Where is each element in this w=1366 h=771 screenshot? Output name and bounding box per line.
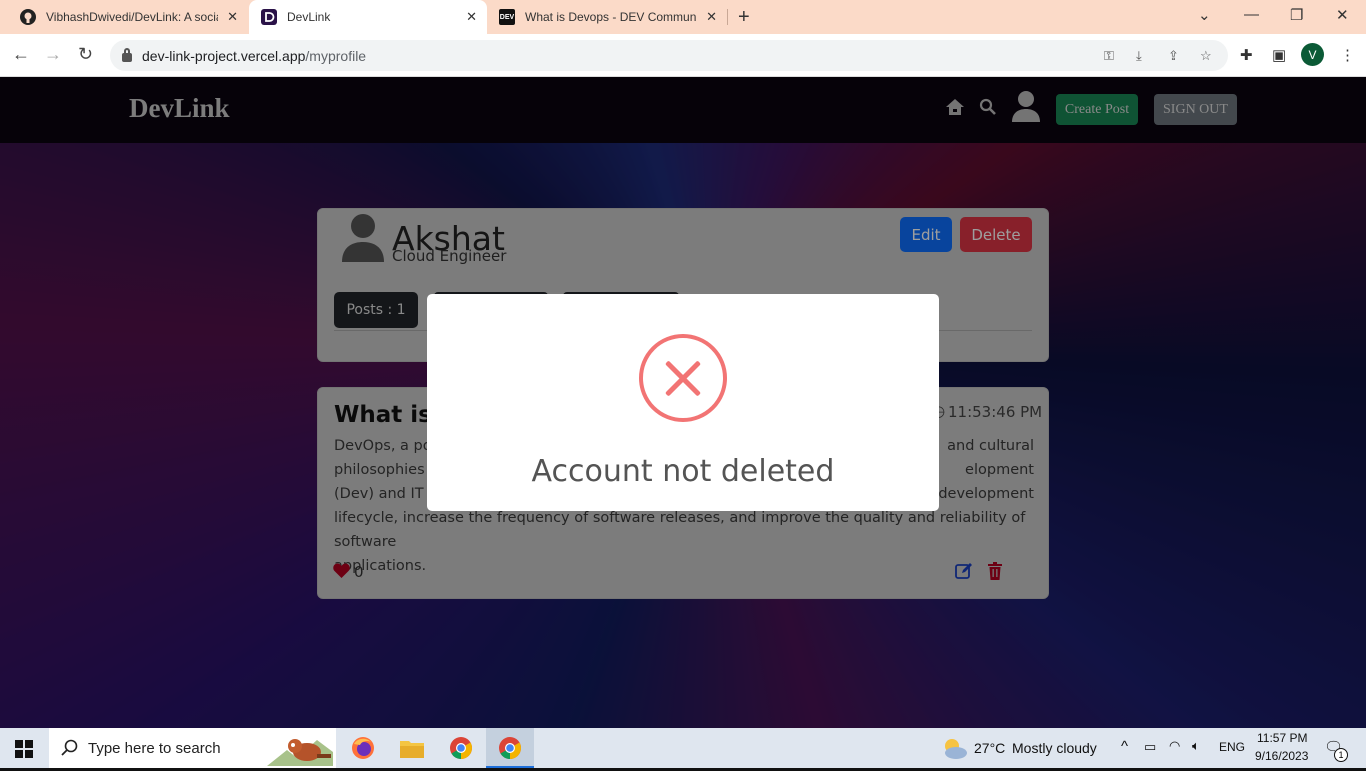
alert-modal: Account not deleted — [427, 294, 939, 511]
file-explorer-icon[interactable] — [398, 734, 426, 762]
forward-icon[interactable]: → — [44, 44, 62, 65]
modal-title: Account not deleted — [531, 454, 835, 489]
taskbar-search-box[interactable]: Type here to search — [49, 728, 336, 768]
wifi-icon[interactable]: ◠ — [1169, 738, 1180, 754]
close-window-icon[interactable]: ✕ — [1336, 6, 1349, 24]
new-tab-icon[interactable]: + — [738, 6, 750, 29]
tab-title: DevLink — [287, 10, 331, 24]
chrome-active-taskbar-item[interactable] — [486, 728, 534, 768]
page-viewport: DevLink Create Post SIGN OUT Akshat Clou… — [0, 77, 1366, 728]
tab-search-chevron-icon[interactable]: ⌄ — [1198, 6, 1211, 24]
tab-github[interactable]: VibhashDwivedi/DevLink: A socia ✕ — [8, 0, 248, 34]
share-icon[interactable]: ⇪ — [1168, 48, 1179, 64]
chrome-icon[interactable] — [447, 734, 475, 762]
profile-avatar[interactable]: V — [1301, 43, 1324, 66]
firefox-icon[interactable] — [349, 734, 377, 762]
search-placeholder: Type here to search — [88, 739, 221, 757]
restore-icon[interactable]: ❐ — [1290, 6, 1303, 24]
tray-chevron-up-icon[interactable]: ^ — [1121, 738, 1128, 755]
key-icon[interactable]: ⚿ — [1104, 48, 1114, 64]
dev-icon: DEV — [499, 9, 515, 25]
search-icon — [61, 739, 78, 761]
browser-toolbar: ← → ↻ dev-link-project.vercel.app/myprof… — [0, 34, 1366, 77]
address-bar[interactable]: dev-link-project.vercel.app/myprofile ⚿ … — [110, 40, 1228, 71]
battery-icon[interactable]: ▭ — [1144, 739, 1156, 755]
github-icon — [20, 9, 36, 25]
lock-icon — [122, 48, 132, 62]
menu-kebab-icon[interactable]: ⋮ — [1340, 46, 1355, 64]
red-panda-illustration-icon — [267, 730, 333, 771]
install-icon[interactable]: ⤓ — [1136, 48, 1142, 64]
tab-devlink[interactable]: DevLink ✕ — [249, 0, 487, 34]
tab-title: VibhashDwivedi/DevLink: A socia — [46, 10, 218, 24]
volume-icon[interactable]: 🔈︎ — [1192, 738, 1200, 754]
windows-start-icon[interactable] — [15, 740, 33, 763]
reload-icon[interactable]: ↻ — [78, 44, 93, 65]
chrome-icon — [498, 736, 522, 765]
back-icon[interactable]: ← — [12, 44, 30, 65]
windows-taskbar: Type here to search 27°C Mostly cloudy ^… — [0, 728, 1366, 768]
url-path: /myprofile — [305, 47, 367, 64]
error-x-icon — [639, 334, 727, 422]
weather-cloudy-icon[interactable] — [940, 737, 968, 764]
devlink-icon — [261, 9, 277, 25]
weather-temp: 27°C — [974, 740, 1006, 756]
url-host: dev-link-project.vercel.app — [142, 47, 306, 64]
notification-badge: 1 — [1334, 748, 1348, 762]
extensions-icon[interactable]: ✚ — [1240, 46, 1253, 64]
tab-separator — [727, 9, 728, 25]
close-tab-icon[interactable]: ✕ — [706, 9, 717, 25]
weather-desc: Mostly cloudy — [1012, 740, 1097, 756]
clock-time[interactable]: 11:57 PM — [1257, 731, 1307, 745]
tab-dev-community[interactable]: DEV What is Devops - DEV Communit ✕ — [487, 0, 727, 34]
side-panel-icon[interactable]: ▣ — [1272, 46, 1286, 64]
close-tab-icon[interactable]: ✕ — [227, 9, 238, 25]
minimize-icon[interactable]: — — [1244, 6, 1259, 23]
browser-tab-strip: VibhashDwivedi/DevLink: A socia ✕ DevLin… — [0, 0, 1366, 34]
clock-date[interactable]: 9/16/2023 — [1255, 749, 1308, 763]
tab-title: What is Devops - DEV Communit — [525, 10, 697, 24]
language-indicator[interactable]: ENG — [1219, 740, 1245, 754]
bookmark-star-icon[interactable]: ☆ — [1200, 48, 1212, 64]
close-tab-icon[interactable]: ✕ — [466, 9, 477, 25]
